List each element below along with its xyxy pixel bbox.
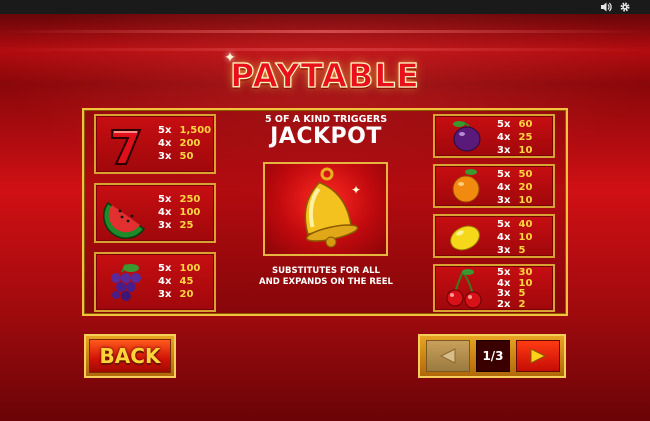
symbol-tile-grapes: 5x 100 4x 45 3x 20 xyxy=(94,252,216,312)
pay-value: 50 xyxy=(179,151,194,162)
pay-value: 2 xyxy=(518,298,526,310)
back-button[interactable]: BACK xyxy=(84,334,176,378)
wild-description-line: SUBSTITUTES FOR ALL xyxy=(272,266,380,276)
pay-multiplier: 5x xyxy=(497,119,511,130)
symbol-tile-cherries: 5x 30 4x 10 3x 5 2x 2 xyxy=(433,264,555,312)
pay-value: 5 xyxy=(518,245,526,256)
plum-icon xyxy=(441,116,489,156)
symbol-tile-seven: 5x 1,500 4x 200 3x 50 xyxy=(94,114,216,174)
pay-value: 60 xyxy=(518,119,533,130)
symbol-tile-orange: 5x 50 4x 20 3x 10 xyxy=(433,164,555,208)
pay-value: 25 xyxy=(518,132,533,143)
pay-value: 20 xyxy=(179,289,194,300)
pay-multiplier: 5x xyxy=(158,125,172,136)
symbol-tile-lemon: 5x 40 4x 10 3x 5 xyxy=(433,214,555,258)
pay-value: 10 xyxy=(518,232,533,243)
pay-multiplier: 4x xyxy=(497,132,511,143)
pay-value: 10 xyxy=(518,195,533,206)
pay-multiplier: 5x xyxy=(497,169,511,180)
pay-multiplier: 4x xyxy=(158,276,172,287)
pay-value: 50 xyxy=(518,169,533,180)
pay-value: 100 xyxy=(179,207,201,218)
pay-multiplier: 3x xyxy=(497,145,511,156)
pay-multiplier: 3x xyxy=(158,289,172,300)
pay-value: 100 xyxy=(179,263,201,274)
page-indicator: 1/3 xyxy=(476,340,510,372)
gear-icon[interactable] xyxy=(619,1,631,13)
pay-value: 250 xyxy=(179,194,201,205)
page-navigation: 1/3 xyxy=(418,334,566,378)
pay-multiplier: 5x xyxy=(158,194,172,205)
arrow-left-icon xyxy=(439,348,456,364)
light-streak xyxy=(0,48,650,51)
orange-icon xyxy=(441,166,489,206)
pay-multiplier: 5x xyxy=(497,267,511,278)
pay-value: 30 xyxy=(518,267,533,278)
wild-description: SUBSTITUTES FOR ALL AND EXPANDS ON THE R… xyxy=(226,266,426,288)
back-button-label: BACK xyxy=(89,339,171,373)
pay-value: 25 xyxy=(179,220,194,231)
pay-multiplier: 3x xyxy=(497,245,511,256)
pay-value: 20 xyxy=(518,182,533,193)
pay-multiplier: 3x xyxy=(158,151,172,162)
symbol-tile-plum: 5x 60 4x 25 3x 10 xyxy=(433,114,555,158)
payout-list: 5x 250 4x 100 3x 25 xyxy=(158,193,200,232)
next-page-button[interactable] xyxy=(516,340,560,372)
pay-multiplier: 3x xyxy=(497,288,511,299)
payout-list: 5x 1,500 4x 200 3x 50 xyxy=(158,124,211,163)
pay-multiplier: 4x xyxy=(497,232,511,243)
grapes-icon xyxy=(102,258,150,310)
previous-page-button[interactable] xyxy=(426,340,470,372)
payout-list: 5x 100 4x 45 3x 20 xyxy=(158,262,200,301)
pay-multiplier: 4x xyxy=(158,207,172,218)
watermelon-icon xyxy=(102,189,150,241)
pay-value: 200 xyxy=(179,138,201,149)
page-title: PAYTABLE xyxy=(230,55,420,95)
pay-value: 45 xyxy=(179,276,194,287)
pay-value: 5 xyxy=(518,288,526,299)
cherries-icon xyxy=(441,266,489,310)
pay-value: 40 xyxy=(518,219,533,230)
pay-multiplier: 3x xyxy=(497,195,511,206)
lemon-icon xyxy=(441,216,489,256)
paytable-screen: PAYTABLE ✦ 5x 1,500 4x 200 3x 50 5x 250 … xyxy=(0,0,650,421)
pay-value: 1,500 xyxy=(179,125,212,136)
payout-list: 5x 60 4x 25 3x 10 xyxy=(497,118,532,157)
pay-value: 10 xyxy=(518,277,533,289)
bell-icon: ✦ xyxy=(304,167,361,248)
wild-description-line: AND EXPANDS ON THE REEL xyxy=(259,277,393,287)
pay-multiplier: 4x xyxy=(158,138,172,149)
payout-list: 5x 50 4x 20 3x 10 xyxy=(497,168,532,207)
arrow-right-icon xyxy=(530,348,547,364)
payout-list: 5x 30 4x 10 3x 5 2x 2 xyxy=(497,267,533,310)
pay-value: 10 xyxy=(518,145,533,156)
sparkle-icon: ✦ xyxy=(224,50,236,66)
top-bar xyxy=(0,0,650,14)
pay-multiplier: 3x xyxy=(158,220,172,231)
payout-list: 5x 40 4x 10 3x 5 xyxy=(497,218,532,257)
pay-multiplier: 5x xyxy=(158,263,172,274)
pay-multiplier: 2x xyxy=(497,298,511,310)
seven-icon xyxy=(102,120,150,172)
pay-multiplier: 4x xyxy=(497,182,511,193)
pay-multiplier: 5x xyxy=(497,219,511,230)
light-streak xyxy=(0,30,650,33)
jackpot-symbol-box: ✦ xyxy=(263,162,388,256)
svg-text:✦: ✦ xyxy=(351,183,361,197)
symbol-tile-watermelon: 5x 250 4x 100 3x 25 xyxy=(94,183,216,243)
jackpot-label: JACKPOT xyxy=(270,124,382,149)
speaker-icon[interactable] xyxy=(600,1,612,13)
